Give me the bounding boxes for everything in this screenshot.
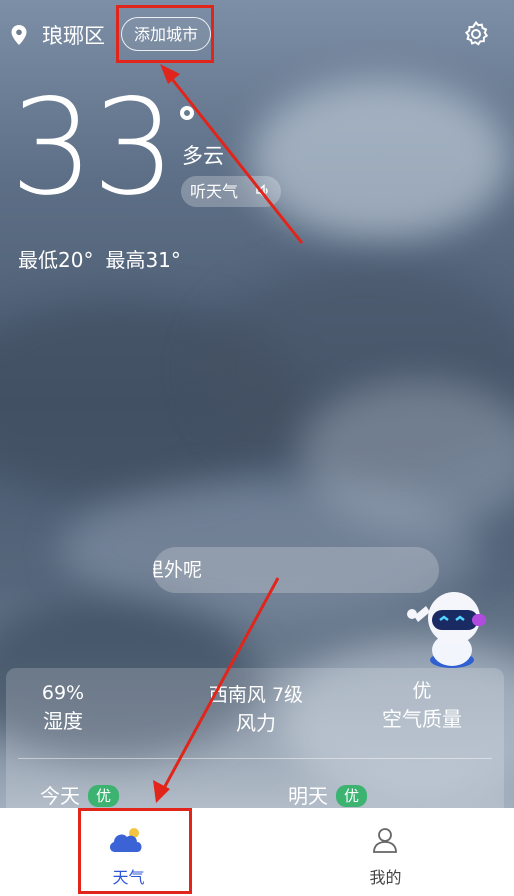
assistant-speech-bubble[interactable]: 里外呢 [153, 547, 439, 593]
tomorrow-label: 明天 [288, 784, 328, 808]
tab-mine[interactable]: 我的 [257, 808, 514, 896]
degree-symbol [180, 106, 194, 120]
today-aqi-badge: 优 [88, 785, 120, 807]
aqi-label: 空气质量 [382, 707, 462, 731]
forecast-tomorrow[interactable]: 明天优 [288, 780, 368, 809]
tomorrow-aqi-badge: 优 [336, 785, 368, 807]
wind-label: 风力 [236, 711, 276, 735]
high-temperature: 最高31° [105, 248, 181, 272]
humidity-value: 69% [41, 682, 85, 704]
top-bar: 琅琊区 添加城市 [0, 0, 514, 70]
weather-condition: 多云 [182, 144, 224, 168]
card-divider [18, 758, 492, 759]
city-name[interactable]: 琅琊区 [42, 20, 105, 50]
annotation-box-add-city [116, 5, 214, 63]
low-temperature: 最低20° [18, 248, 94, 272]
air-quality-stat[interactable]: 优 空气质量 [362, 678, 482, 734]
listen-weather-button[interactable]: 听天气 [181, 176, 281, 207]
listen-weather-label: 听天气 [190, 182, 239, 201]
aqi-value: 优 [412, 680, 432, 702]
wind-stat: 西南风 7级 风力 [186, 682, 326, 738]
forecast-today[interactable]: 今天优 [40, 780, 120, 809]
wind-value: 西南风 7级 [208, 684, 304, 706]
humidity-stat: 69% 湿度 [28, 680, 98, 736]
speaker-icon [256, 183, 268, 199]
today-label: 今天 [40, 784, 80, 808]
robot-mascot[interactable] [404, 586, 500, 670]
settings-gear-icon[interactable] [462, 20, 490, 48]
current-temperature: 33 [10, 71, 176, 225]
person-icon [373, 828, 397, 853]
temperature-range: 最低20° 最高31° [18, 244, 193, 273]
assistant-bubble-text: 里外呢 [153, 559, 203, 581]
humidity-label: 湿度 [43, 709, 83, 733]
tab-mine-label: 我的 [369, 868, 402, 887]
weather-details-card: 69% 湿度 西南风 7级 风力 优 空气质量 今天优 明天优 [6, 668, 504, 818]
location-pin-icon [11, 25, 27, 45]
annotation-box-weather-tab [78, 808, 192, 894]
